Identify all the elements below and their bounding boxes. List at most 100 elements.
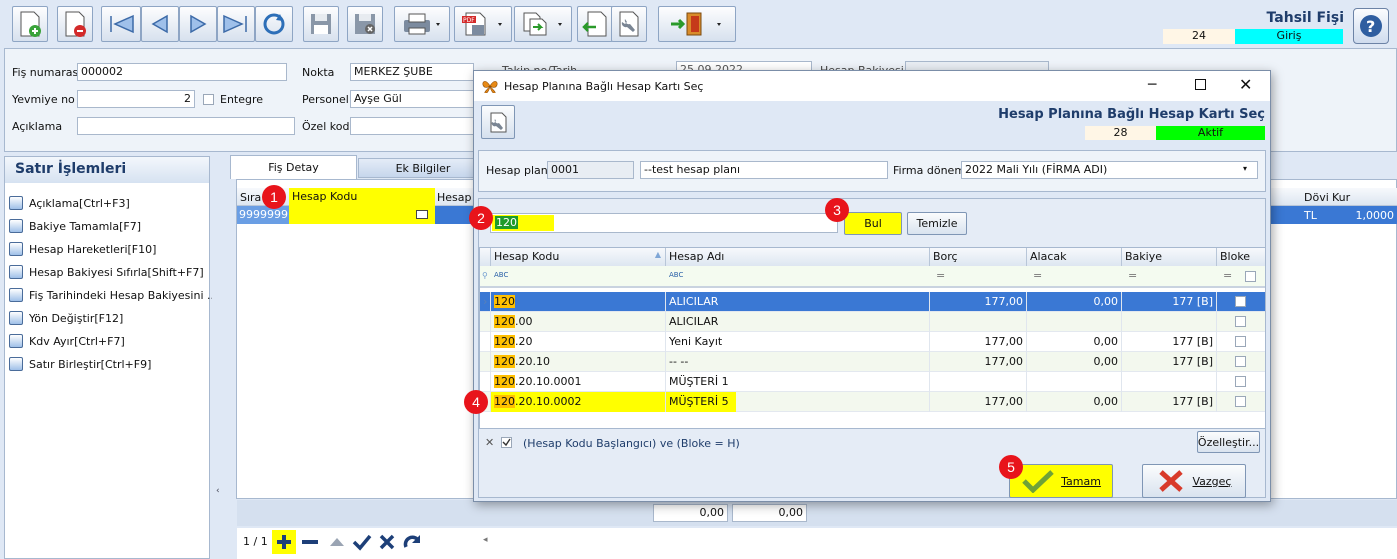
filter-expression[interactable]: (Hesap Kodu Başlangıcı) ve (Bloke = H) <box>523 437 740 450</box>
col-bakiye-header[interactable]: Bakiye <box>1122 248 1217 266</box>
print-icon[interactable] <box>394 6 450 42</box>
bakiye-cell <box>1122 372 1217 392</box>
save-close-icon[interactable] <box>347 6 383 42</box>
col-borc-header[interactable]: Borç <box>930 248 1027 266</box>
remove-row-icon[interactable] <box>300 533 320 554</box>
yevmiye-label: Yevmiye no <box>12 93 75 106</box>
refresh-icon[interactable] <box>255 6 293 42</box>
borc-cell <box>930 372 1027 392</box>
left-panel-item[interactable]: Hesap Hareketleri[F10] <box>9 239 156 259</box>
table-row[interactable]: 120.00 ALICILAR <box>480 312 1265 332</box>
left-panel-item[interactable]: Fiş Tarihindeki Hesap Bakiyesini ... <box>9 285 217 305</box>
clear-filter-icon[interactable]: ✕ <box>485 436 494 449</box>
add-row-icon[interactable] <box>272 530 296 554</box>
new-document-icon[interactable] <box>12 6 48 42</box>
hesap-kodu-rest: .20 <box>515 335 533 348</box>
maximize-icon[interactable] <box>1195 79 1206 90</box>
nokta-field[interactable]: MERKEZ ŞUBE <box>350 63 474 81</box>
dialog-window-title: Hesap Planına Bağlı Hesap Kartı Seç <box>504 80 704 93</box>
table-row[interactable]: 120.20 Yeni Kayıt 177,00 0,00 177 [B] <box>480 332 1265 352</box>
copy-icon[interactable] <box>514 6 572 42</box>
row-indicator <box>480 332 491 352</box>
close-icon[interactable]: ✕ <box>1239 75 1252 94</box>
up-icon[interactable] <box>328 533 346 554</box>
splitter[interactable]: ‹ <box>212 156 226 559</box>
confirm-icon[interactable] <box>352 533 372 554</box>
help-icon[interactable]: ? <box>1353 8 1389 44</box>
left-panel-item[interactable]: Satır Birleştir[Ctrl+F9] <box>9 354 151 374</box>
table-row[interactable]: › 120 ALICILAR 177,00 0,00 177 [B] <box>480 292 1265 312</box>
left-panel-item[interactable]: Yön Değiştir[F12] <box>9 308 123 328</box>
redo-icon[interactable] <box>403 533 423 554</box>
left-panel-item[interactable]: Kdv Ayır[Ctrl+F7] <box>9 331 125 351</box>
entegre-checkbox[interactable] <box>203 94 214 105</box>
row-hesap-kodu-cell[interactable] <box>289 206 435 224</box>
customize-button[interactable]: Özelleştir... <box>1197 431 1260 453</box>
filter-active-checkbox[interactable] <box>501 437 512 448</box>
fis-number-field[interactable]: 000002 <box>77 63 287 81</box>
pdf-export-icon[interactable]: PDF <box>454 6 512 42</box>
total-borc: 0,00 <box>653 504 728 522</box>
scroll-left-icon[interactable]: ◂ <box>483 535 488 545</box>
alacak-cell <box>1027 312 1122 332</box>
table-row[interactable]: 120.20.10.0002 MÜŞTERİ 5 177,00 0,00 177 [B] <box>480 392 1265 412</box>
previous-icon[interactable] <box>141 6 179 42</box>
bloke-checkbox[interactable] <box>1235 396 1246 407</box>
cancel-button[interactable]: Vazgeç <box>1142 464 1246 498</box>
action-icon <box>9 357 23 371</box>
personel-field[interactable]: Ayşe Gül <box>350 90 474 108</box>
left-panel-item-label: Satır Birleştir[Ctrl+F9] <box>29 357 152 371</box>
col-sira: Sıra <box>240 191 262 204</box>
splitter-arrow-icon: ‹ <box>216 486 220 496</box>
bloke-checkbox[interactable] <box>1235 376 1246 387</box>
yevmiye-field[interactable]: 2 <box>77 90 195 108</box>
aciklama-field[interactable] <box>77 117 295 135</box>
equals-icon: = <box>936 269 946 282</box>
table-row[interactable]: 120.20.10 -- -- 177,00 0,00 177 [B] <box>480 352 1265 372</box>
name-cell: MÜŞTERİ 5 <box>666 392 930 412</box>
donem-select[interactable]: 2022 Mali Yılı (FİRMA ADI) <box>961 161 1258 179</box>
find-button[interactable]: Bul <box>844 212 902 235</box>
lookup-icon[interactable] <box>416 210 428 219</box>
ok-button[interactable]: Tamam <box>1009 464 1113 498</box>
last-icon[interactable] <box>217 6 255 42</box>
col-hesap-kodu-header[interactable]: Hesap Kodu ▲ <box>491 248 666 266</box>
fis-number-label: Fiş numarası <box>12 66 82 79</box>
bloke-checkbox[interactable] <box>1235 336 1246 347</box>
left-panel-item-label: Hesap Bakiyesi Sıfırla[Shift+F7] <box>29 265 204 279</box>
col-hesap-kodu[interactable]: Hesap Kodu <box>289 188 435 206</box>
action-icon <box>9 334 23 348</box>
col-alacak-header[interactable]: Alacak <box>1027 248 1122 266</box>
tab-fis-detay[interactable]: Fiş Detay <box>230 155 357 179</box>
bloke-filter-checkbox[interactable] <box>1245 271 1256 282</box>
borc-cell: 177,00 <box>930 292 1027 312</box>
chevron-down-icon[interactable]: ▾ <box>1243 164 1247 173</box>
settings-wrench-icon[interactable] <box>481 105 515 139</box>
next-icon[interactable] <box>179 6 217 42</box>
minimize-icon[interactable]: ─ <box>1148 77 1156 93</box>
cross-icon <box>1158 470 1183 492</box>
delete-document-icon[interactable] <box>57 6 93 42</box>
first-icon[interactable] <box>101 6 141 42</box>
col-bloke-header[interactable]: Bloke <box>1217 248 1265 266</box>
save-icon[interactable] <box>303 6 339 42</box>
ozelkod-field[interactable] <box>350 117 474 135</box>
filter-row[interactable]: ⚲ ABC ABC = = = = <box>480 266 1265 288</box>
bloke-checkbox[interactable] <box>1235 316 1246 327</box>
tab-ek-bilgiler[interactable]: Ek Bilgiler <box>358 158 488 178</box>
left-panel-item[interactable]: Hesap Bakiyesi Sıfırla[Shift+F7] <box>9 262 204 282</box>
hesap-kodu-rest: .20.10 <box>515 355 550 368</box>
clear-button[interactable]: Temizle <box>907 212 967 235</box>
left-panel-item[interactable]: Bakiye Tamamla[F7] <box>9 216 141 236</box>
bakiye-cell: 177 [B] <box>1122 332 1217 352</box>
name-cell: -- -- <box>666 352 930 372</box>
import-icon[interactable] <box>577 6 613 42</box>
col-hesap-adi-header[interactable]: Hesap Adı <box>666 248 930 266</box>
cancel-edit-icon[interactable] <box>378 533 396 554</box>
table-row[interactable]: 120.20.10.0001 MÜŞTERİ 1 <box>480 372 1265 392</box>
exit-icon[interactable] <box>658 6 736 42</box>
left-panel-item[interactable]: Açıklama[Ctrl+F3] <box>9 193 130 213</box>
bloke-checkbox[interactable] <box>1235 356 1246 367</box>
bloke-checkbox[interactable] <box>1235 296 1246 307</box>
tools-icon[interactable] <box>611 6 647 42</box>
